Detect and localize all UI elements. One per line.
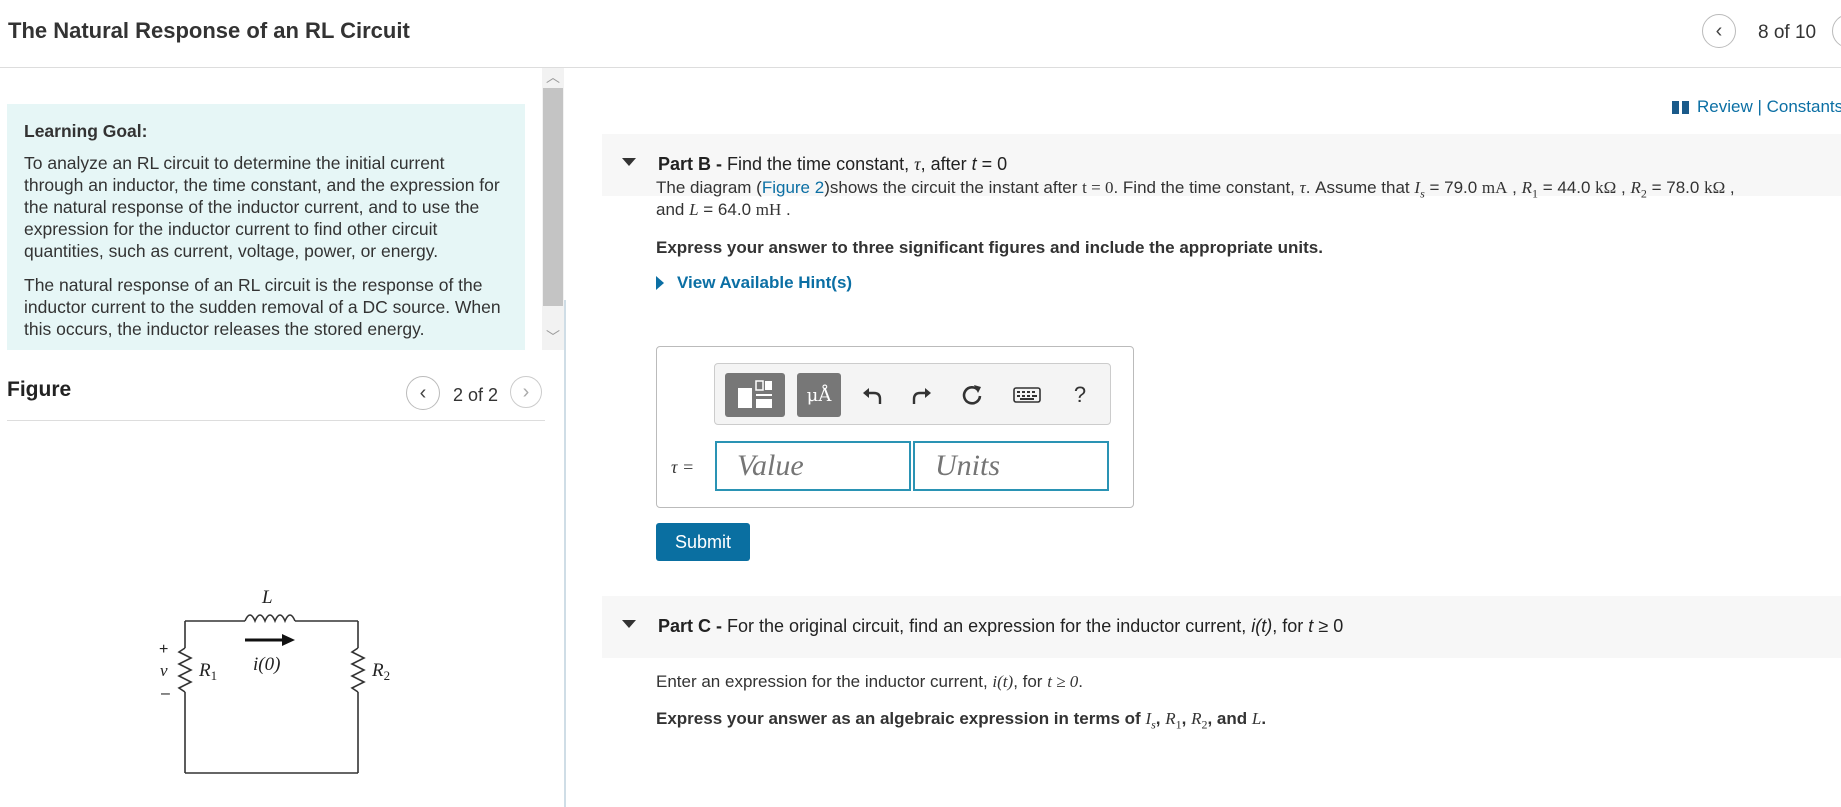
part-b-description: The diagram (Figure 2)shows the circuit … (656, 178, 1735, 201)
learning-goal-box: Learning Goal: To analyze an RL circuit … (7, 104, 525, 350)
resistor-r1-symbol (177, 647, 193, 693)
keyboard-icon (1013, 387, 1041, 403)
inductor-symbol (244, 614, 296, 624)
redo-icon (912, 388, 931, 404)
circuit-diagram: L i(0) R1 R2 v + – (159, 587, 390, 774)
voltage-minus-label: – (161, 685, 170, 702)
chevron-right-icon: › (522, 380, 530, 403)
units-button[interactable]: μÅ (797, 373, 841, 417)
units-input[interactable] (913, 441, 1109, 491)
right-pane: Review | Constants Part B - Find the tim… (566, 68, 1841, 807)
learning-goal-heading: Learning Goal: (24, 121, 148, 141)
learning-goal-paragraph: The natural response of an RL circuit is… (24, 275, 501, 339)
redo-button[interactable] (905, 373, 939, 417)
scrollbar-thumb[interactable] (543, 88, 563, 306)
figure-title: Figure (7, 378, 72, 401)
inductor-label: L (261, 587, 273, 608)
scrollbar[interactable]: ︿ ﹀ (542, 68, 564, 350)
part-c-title: Part C - For the original circuit, find … (658, 616, 1344, 636)
tau-label: τ = (671, 457, 695, 477)
learning-goal-paragraph: To analyze an RL circuit to determine th… (24, 153, 500, 261)
reset-icon (962, 385, 982, 405)
r1-label: R1 (198, 660, 217, 683)
caret-right-icon (656, 276, 664, 290)
part-b-answer-box: μÅ ? τ = (656, 346, 1134, 508)
keyboard-button[interactable] (1008, 373, 1046, 417)
previous-figure-button[interactable]: ‹ (406, 376, 440, 410)
undo-button[interactable] (855, 373, 889, 417)
submit-button[interactable]: Submit (656, 523, 750, 561)
reset-button[interactable] (955, 373, 989, 417)
part-b-title: Part B - Find the time constant, τ, afte… (658, 154, 1008, 174)
resistor-r2-symbol (350, 647, 366, 693)
book-icon (1672, 100, 1689, 114)
math-toolbar: μÅ ? (714, 363, 1111, 425)
caret-down-icon[interactable] (622, 620, 636, 628)
figure-2-link[interactable]: Figure 2 (762, 178, 824, 197)
item-counter: 8 of 10 (1758, 22, 1817, 43)
left-pane: Learning Goal: To analyze an RL circuit … (0, 68, 566, 807)
part-b-description-line2: and L = 64.0 mH . (656, 200, 791, 219)
part-c-description: Enter an expression for the inductor cur… (656, 672, 1083, 691)
part-c-instruction: Express your answer as an algebraic expr… (656, 709, 1267, 732)
scroll-up-icon[interactable]: ︿ (546, 70, 560, 84)
next-figure-button[interactable]: › (510, 376, 542, 408)
chevron-left-icon: ‹ (419, 381, 427, 404)
voltage-plus-label: + (159, 641, 168, 658)
header: The Natural Response of an RL Circuit ‹ … (0, 0, 1841, 68)
current-label: i(0) (253, 654, 280, 675)
chevron-left-icon: ‹ (1715, 19, 1723, 42)
scroll-down-icon[interactable]: ﹀ (546, 330, 560, 344)
templates-button[interactable] (725, 373, 785, 417)
templates-icon (738, 380, 772, 408)
undo-icon (863, 388, 882, 404)
review-constants-label: Review | Constants (1697, 97, 1841, 116)
next-item-button[interactable]: › (1832, 14, 1841, 48)
help-button[interactable]: ? (1065, 373, 1095, 417)
page-title: The Natural Response of an RL Circuit (8, 18, 410, 43)
part-b-instruction: Express your answer to three significant… (656, 238, 1323, 257)
caret-down-icon[interactable] (622, 158, 636, 166)
figure-counter: 2 of 2 (453, 385, 499, 405)
previous-item-button[interactable]: ‹ (1702, 14, 1736, 48)
current-arrow-head (282, 634, 295, 646)
divider (7, 420, 545, 421)
part-c-header[interactable]: Part C - For the original circuit, find … (602, 596, 1841, 658)
review-constants-link[interactable]: Review | Constants (1672, 97, 1841, 117)
r2-label: R2 (371, 660, 390, 683)
value-input[interactable] (715, 441, 911, 491)
part-b-hint-toggle[interactable]: View Available Hint(s) (656, 273, 852, 293)
voltage-label: v (160, 661, 168, 680)
